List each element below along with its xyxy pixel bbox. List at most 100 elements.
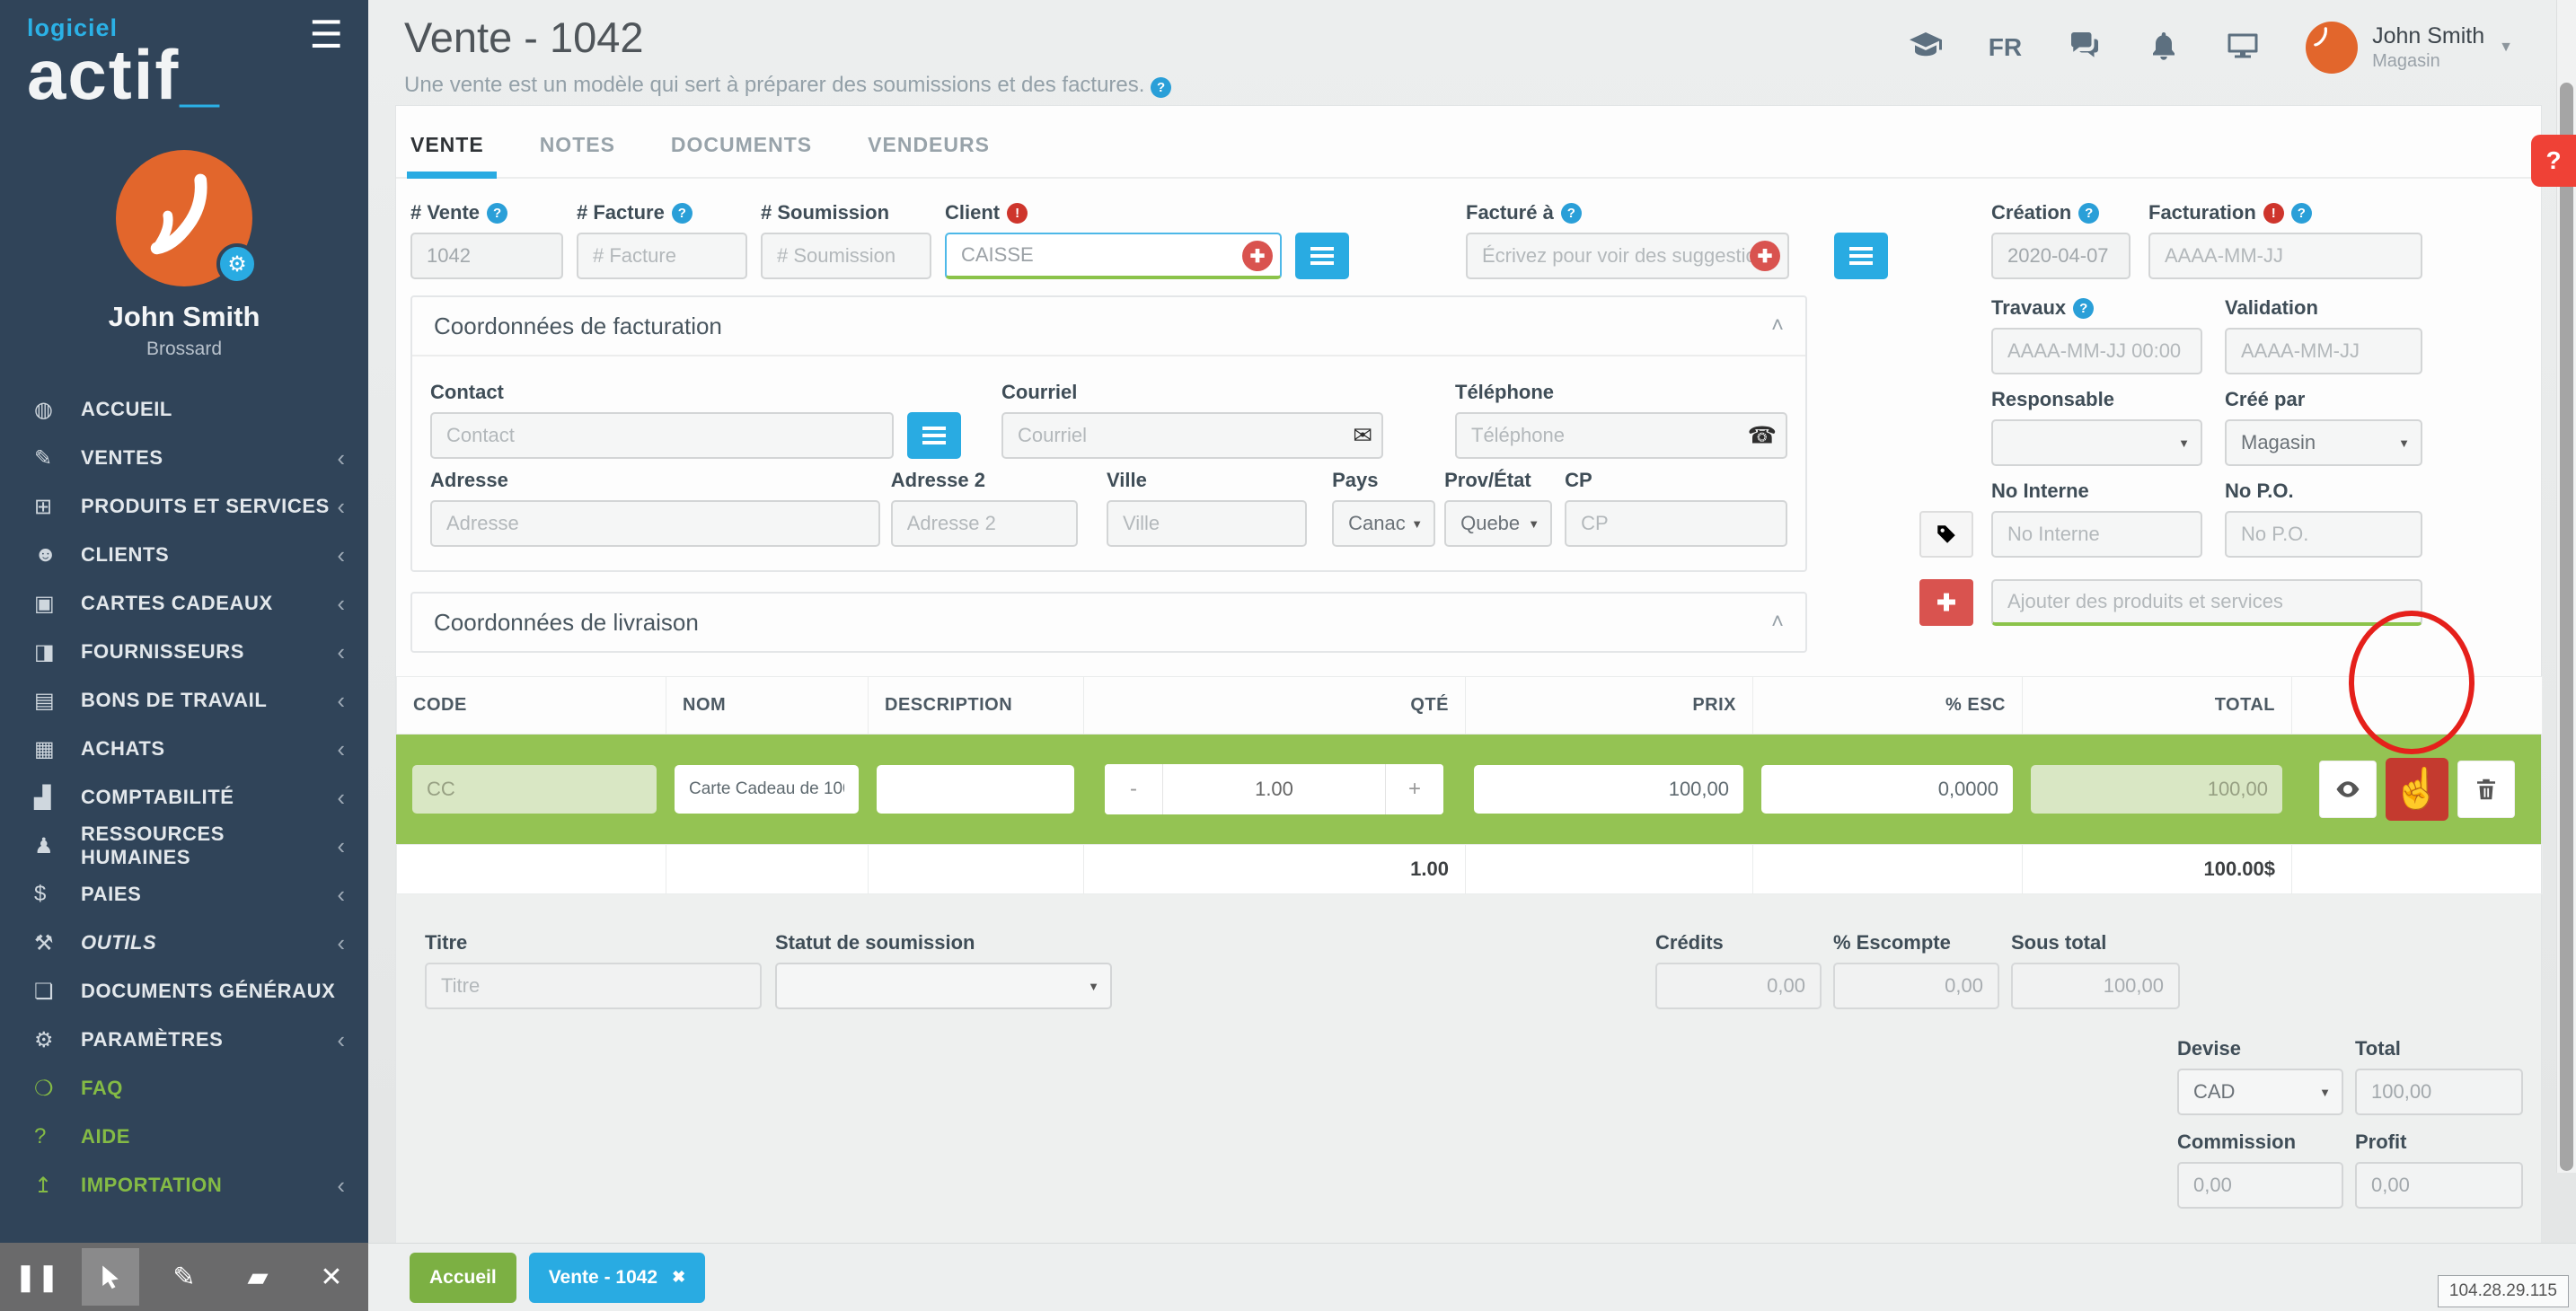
travaux-input[interactable]: [1991, 328, 2202, 374]
total-input[interactable]: [2355, 1069, 2523, 1115]
qty-plus-button[interactable]: +: [1386, 764, 1443, 814]
devise-select[interactable]: CAD: [2177, 1069, 2343, 1115]
vente-help-icon[interactable]: ?: [487, 203, 507, 224]
eraser-tool-button[interactable]: ▰: [229, 1248, 287, 1306]
contact-list-button[interactable]: [907, 412, 961, 459]
creation-help-icon[interactable]: ?: [2078, 203, 2099, 224]
sidebar-item-clients[interactable]: ☻ CLIENTS ‹: [0, 531, 368, 579]
ville-input[interactable]: [1107, 500, 1307, 547]
add-products-input[interactable]: [1991, 579, 2422, 626]
no-po-input[interactable]: [2225, 511, 2422, 558]
adresse-input[interactable]: [430, 500, 880, 547]
cree-par-select[interactable]: Magasin: [2225, 419, 2422, 466]
client-list-button[interactable]: [1295, 233, 1349, 279]
messages-chat-icon[interactable]: [2069, 30, 2101, 66]
titre-input[interactable]: [425, 963, 762, 1009]
sidebar-item-bons-de-travail[interactable]: ▤ BONS DE TRAVAIL ‹: [0, 676, 368, 725]
close-tab-icon[interactable]: ✖: [672, 1268, 685, 1287]
validation-input[interactable]: [2225, 328, 2422, 374]
credits-input[interactable]: [1655, 963, 1822, 1009]
subtitle-help-icon[interactable]: ?: [1151, 77, 1171, 98]
facturation-section-header[interactable]: Coordonnées de facturation ˄: [412, 297, 1805, 355]
row-description-input[interactable]: [877, 765, 1074, 814]
facture-a-clear-icon[interactable]: ✚: [1750, 241, 1780, 271]
facturation-date-input[interactable]: [2148, 233, 2422, 279]
row-esc-input[interactable]: [1761, 765, 2013, 814]
hamburger-menu-icon[interactable]: ☰: [309, 13, 343, 57]
tab-notes[interactable]: NOTES: [540, 133, 615, 177]
client-clear-icon[interactable]: ✚: [1242, 241, 1273, 271]
sidebar-item-accueil[interactable]: ◍ ACCUEIL: [0, 385, 368, 434]
sidebar-item-aide[interactable]: ? AIDE: [0, 1113, 368, 1161]
cp-input[interactable]: [1565, 500, 1787, 547]
adresse2-input[interactable]: [891, 500, 1078, 547]
language-selector[interactable]: FR: [1989, 33, 2022, 62]
taskbar-tab-accueil[interactable]: Accueil: [410, 1253, 516, 1303]
tab-documents[interactable]: DOCUMENTS: [671, 133, 812, 177]
close-tool-button[interactable]: ✕: [303, 1248, 360, 1306]
contact-input[interactable]: [430, 412, 894, 459]
row-prix-input[interactable]: [1474, 765, 1743, 814]
sidebar-item-faq[interactable]: ❍ FAQ: [0, 1064, 368, 1113]
chevron-left-icon: ‹: [337, 687, 345, 715]
profit-input[interactable]: [2355, 1162, 2523, 1209]
courriel-input[interactable]: [1001, 412, 1383, 459]
monitor-icon[interactable]: [2227, 30, 2259, 66]
row-nom-input[interactable]: [675, 765, 859, 814]
sidebar-item-ventes[interactable]: ✎ VENTES ‹: [0, 434, 368, 482]
cursor-tool-button[interactable]: [82, 1248, 139, 1306]
livraison-section-header[interactable]: Coordonnées de livraison ˄: [412, 594, 1805, 651]
responsable-select[interactable]: [1991, 419, 2202, 466]
sous-total-input[interactable]: [2011, 963, 2180, 1009]
remove-row-button[interactable]: ☝: [2386, 758, 2448, 821]
travaux-help-icon[interactable]: ?: [2073, 298, 2094, 319]
row-total-input[interactable]: [2031, 765, 2282, 814]
sidebar-item-paies[interactable]: $ PAIES ‹: [0, 870, 368, 919]
facturation-help-icon[interactable]: ?: [2291, 203, 2312, 224]
sidebar-item-documents-generaux[interactable]: ❏ DOCUMENTS GÉNÉRAUX: [0, 967, 368, 1016]
help-side-tab[interactable]: ?: [2531, 135, 2576, 187]
view-row-button[interactable]: [2319, 761, 2377, 818]
sidebar-item-produits-et-services[interactable]: ⊞ PRODUITS ET SERVICES ‹: [0, 482, 368, 531]
telephone-input[interactable]: [1455, 412, 1787, 459]
commission-input[interactable]: [2177, 1162, 2343, 1209]
profile-settings-gear-icon[interactable]: ⚙: [216, 243, 258, 285]
tab-vendeurs[interactable]: VENDEURS: [868, 133, 990, 177]
formation-graduation-icon[interactable]: [1910, 30, 1942, 66]
qty-minus-button[interactable]: -: [1105, 764, 1162, 814]
prov-select[interactable]: Quebe: [1444, 500, 1552, 547]
sidebar-item-ressources-humaines[interactable]: ♟ RESSOURCES HUMAINES ‹: [0, 822, 368, 870]
tab-vente[interactable]: VENTE: [410, 133, 484, 177]
notifications-bell-icon[interactable]: [2148, 30, 2180, 66]
creation-date-input[interactable]: [1991, 233, 2130, 279]
sidebar-item-cartes-cadeaux[interactable]: ▣ CARTES CADEAUX ‹: [0, 579, 368, 628]
taskbar-tab-vente[interactable]: Vente - 1042✖: [529, 1253, 706, 1303]
add-product-button[interactable]: ✚: [1919, 579, 1973, 626]
facture-a-list-button[interactable]: [1834, 233, 1888, 279]
facture-number-input[interactable]: [577, 233, 747, 279]
escompte-input[interactable]: [1833, 963, 1999, 1009]
pause-tool-button[interactable]: ❚❚: [8, 1248, 66, 1306]
facture-a-help-icon[interactable]: ?: [1561, 203, 1582, 224]
facture-help-icon[interactable]: ?: [672, 203, 693, 224]
tag-button[interactable]: [1919, 511, 1973, 558]
statut-select[interactable]: [775, 963, 1112, 1009]
sidebar-item-importation[interactable]: ↥ IMPORTATION ‹: [0, 1161, 368, 1210]
sidebar-item-outils[interactable]: ⚒ OUTILS ‹: [0, 919, 368, 967]
sidebar-item-comptabilite[interactable]: ▟ COMPTABILITÉ ‹: [0, 773, 368, 822]
pays-select[interactable]: Canac: [1332, 500, 1435, 547]
no-interne-input[interactable]: [1991, 511, 2202, 558]
delete-row-button[interactable]: [2457, 761, 2515, 818]
user-menu[interactable]: John Smith Magasin ▼: [2306, 22, 2513, 74]
row-code-input[interactable]: [412, 765, 657, 814]
sidebar-item-achats[interactable]: ▦ ACHATS ‹: [0, 725, 368, 773]
sidebar-item-parametres[interactable]: ⚙ PARAMÈTRES ‹: [0, 1016, 368, 1064]
pencil-tool-button[interactable]: ✎: [155, 1248, 213, 1306]
scrollbar-thumb[interactable]: [2560, 83, 2573, 1171]
soumission-number-input[interactable]: [761, 233, 931, 279]
vente-number-input[interactable]: [410, 233, 563, 279]
client-input[interactable]: [945, 233, 1282, 279]
sidebar-item-fournisseurs[interactable]: ◨ FOURNISSEURS ‹: [0, 628, 368, 676]
qty-value[interactable]: 1.00: [1162, 764, 1386, 814]
facture-a-input[interactable]: [1466, 233, 1789, 279]
